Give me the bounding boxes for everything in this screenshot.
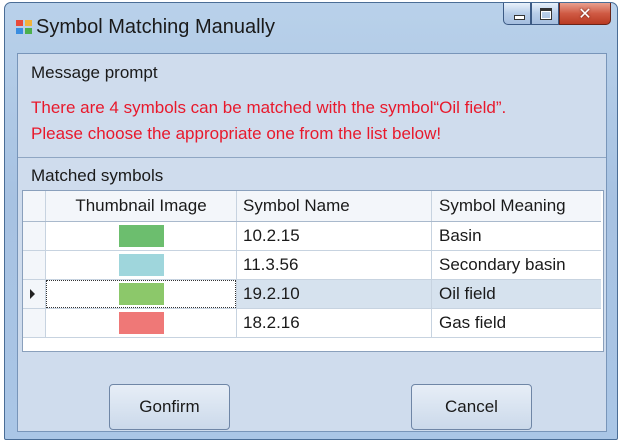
current-row-icon	[30, 289, 35, 299]
matched-symbols-table[interactable]: Thumbnail Image Symbol Name Symbol Meani…	[22, 190, 604, 352]
symbol-meaning-cell[interactable]: Gas field	[432, 309, 601, 337]
thumbnail-cell[interactable]	[46, 251, 237, 279]
column-header-thumbnail[interactable]: Thumbnail Image	[46, 191, 237, 221]
thumbnail-cell[interactable]	[46, 309, 237, 337]
message-line-1: There are 4 symbols can be matched with …	[31, 98, 507, 117]
window-title: Symbol Matching Manually	[36, 16, 275, 38]
confirm-button[interactable]: Gonfirm	[109, 384, 230, 430]
symbol-name-cell[interactable]: 19.2.10	[237, 280, 432, 308]
row-header-corner	[23, 191, 46, 221]
symbol-thumbnail	[119, 225, 164, 247]
symbol-meaning-cell[interactable]: Oil field	[432, 280, 601, 308]
table-row[interactable]: 10.2.15 Basin	[23, 222, 601, 251]
message-prompt-title: Message prompt	[31, 63, 158, 82]
matched-symbols-title: Matched symbols	[31, 166, 164, 185]
symbol-thumbnail	[119, 254, 164, 276]
maximize-icon	[540, 8, 552, 20]
app-window-icon	[16, 20, 33, 34]
symbol-meaning-cell[interactable]: Secondary basin	[432, 251, 601, 279]
dialog-window: Symbol Matching Manually ✕ Message promp…	[4, 2, 618, 440]
title-bar[interactable]: Symbol Matching Manually ✕	[5, 3, 617, 43]
close-button[interactable]: ✕	[559, 3, 611, 25]
cancel-button[interactable]: Cancel	[411, 384, 532, 430]
thumbnail-cell[interactable]	[46, 280, 237, 308]
table-row-selected[interactable]: 19.2.10 Oil field	[23, 280, 601, 309]
row-header[interactable]	[23, 251, 46, 279]
table-row[interactable]: 18.2.16 Gas field	[23, 309, 601, 338]
symbol-thumbnail	[119, 283, 164, 305]
maximize-button[interactable]	[531, 3, 559, 25]
thumbnail-cell[interactable]	[46, 222, 237, 250]
column-header-symbol-meaning[interactable]: Symbol Meaning	[432, 191, 601, 221]
dialog-body: Message prompt There are 4 symbols can b…	[17, 53, 607, 432]
symbol-name-cell[interactable]: 18.2.16	[237, 309, 432, 337]
table-header-row: Thumbnail Image Symbol Name Symbol Meani…	[23, 191, 601, 222]
message-prompt-group: Message prompt There are 4 symbols can b…	[18, 54, 606, 158]
table-row[interactable]: 11.3.56 Secondary basin	[23, 251, 601, 280]
message-line-2: Please choose the appropriate one from t…	[31, 124, 442, 143]
row-header[interactable]	[23, 309, 46, 337]
minimize-icon	[514, 15, 525, 20]
row-header[interactable]	[23, 280, 46, 308]
column-header-symbol-name[interactable]: Symbol Name	[237, 191, 432, 221]
symbol-name-cell[interactable]: 10.2.15	[237, 222, 432, 250]
symbol-thumbnail	[119, 312, 164, 334]
row-header[interactable]	[23, 222, 46, 250]
minimize-button[interactable]	[503, 3, 531, 25]
close-icon: ✕	[578, 4, 592, 23]
symbol-meaning-cell[interactable]: Basin	[432, 222, 601, 250]
symbol-name-cell[interactable]: 11.3.56	[237, 251, 432, 279]
